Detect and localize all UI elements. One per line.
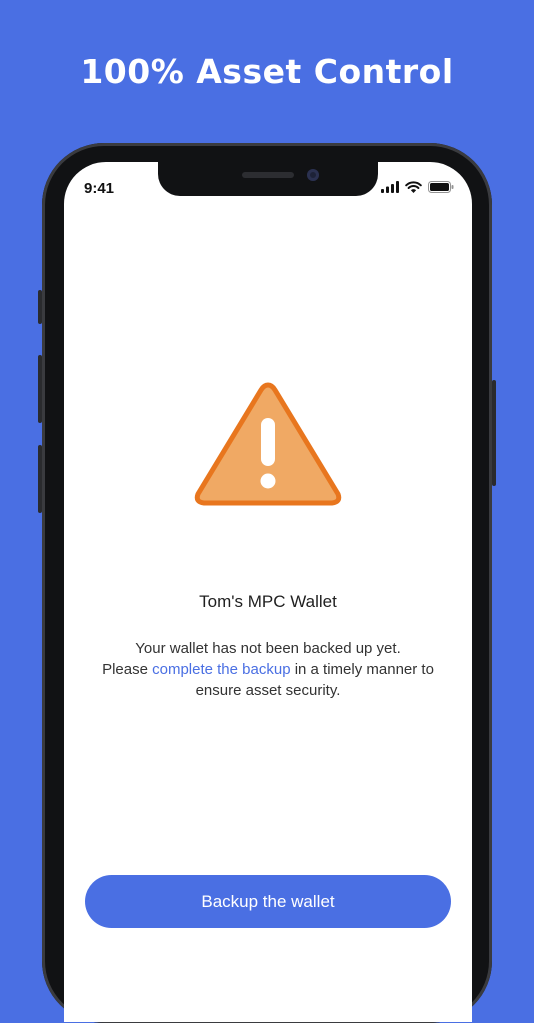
phone-volume-down <box>38 445 42 513</box>
complete-backup-link[interactable]: complete the backup <box>152 661 290 678</box>
front-camera <box>307 169 319 181</box>
speaker <box>242 172 294 178</box>
phone-volume-up <box>38 355 42 423</box>
backup-warning-message: Your wallet has not been backed up yet. … <box>88 638 448 701</box>
backup-wallet-button[interactable]: Backup the wallet <box>85 875 451 928</box>
wifi-icon <box>405 181 422 193</box>
warning-icon <box>192 378 344 510</box>
phone-side-button <box>38 290 42 324</box>
battery-icon <box>428 181 454 193</box>
phone-screen: 9:41 Tom's MPC Wallet Your wallet has no… <box>64 162 472 1022</box>
status-time: 9:41 <box>84 180 115 197</box>
message-line1: Your wallet has not been backed up yet. <box>135 640 401 657</box>
phone-power-button <box>492 380 496 486</box>
notch <box>158 162 378 196</box>
wallet-name: Tom's MPC Wallet <box>199 592 337 611</box>
status-icons <box>381 180 454 194</box>
message-pre-link: Please <box>102 661 153 678</box>
headline: 100% Asset Control <box>80 52 454 91</box>
signal-icon <box>381 181 399 193</box>
